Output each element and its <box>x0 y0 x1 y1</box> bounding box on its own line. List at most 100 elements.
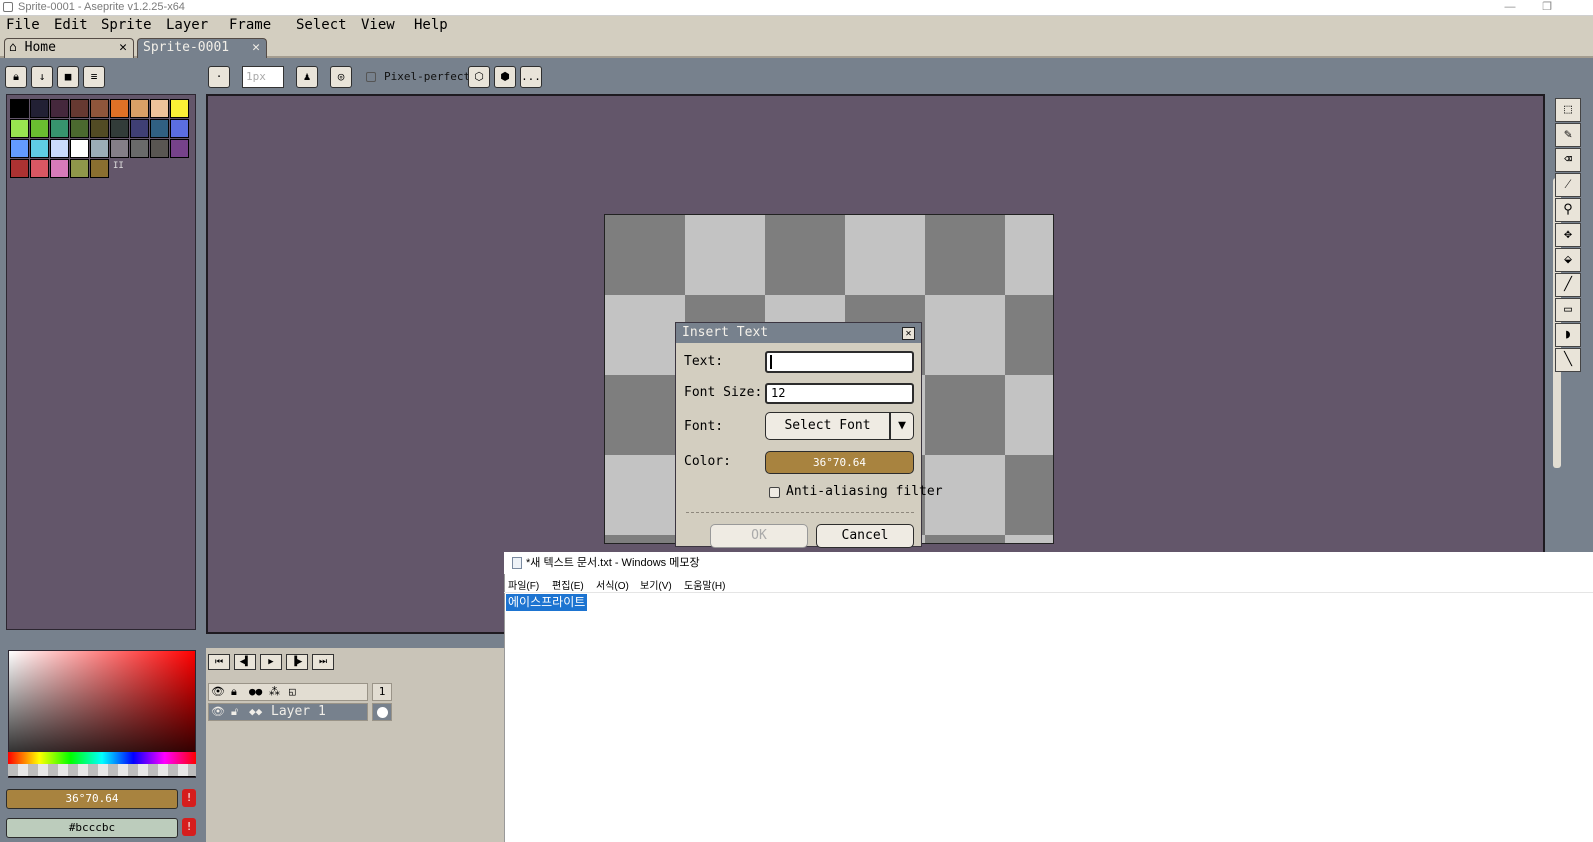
palette-swatch[interactable] <box>70 139 89 158</box>
palette-swatch[interactable] <box>10 139 29 158</box>
move-icon[interactable]: ✥ <box>1555 223 1581 247</box>
layer-continuous-icon[interactable]: ◆◆ <box>249 705 262 718</box>
notepad-selected-text[interactable]: 에이스프라이트 <box>506 594 588 611</box>
palette-swatch[interactable] <box>70 159 89 178</box>
palette-swatch[interactable] <box>130 99 149 118</box>
ok-button[interactable]: OK <box>710 524 808 548</box>
palette-swatch[interactable] <box>150 139 169 158</box>
text-input[interactable] <box>765 351 914 373</box>
palette-swatch[interactable] <box>50 159 69 178</box>
menu-frame[interactable]: Frame <box>229 17 271 33</box>
palette-swatch[interactable] <box>90 139 109 158</box>
palette-swatch[interactable] <box>50 139 69 158</box>
palette-swatch[interactable] <box>90 159 109 178</box>
palette-swatch[interactable] <box>30 159 49 178</box>
palette-swatch[interactable] <box>50 99 69 118</box>
menu-help[interactable]: Help <box>414 17 448 33</box>
zoom-icon[interactable]: ⚲ <box>1555 198 1581 222</box>
link-cels-icon[interactable]: ⁂ <box>269 685 280 698</box>
rectangular-marquee-icon[interactable]: ⬚ <box>1555 98 1581 122</box>
palette-swatch[interactable] <box>110 99 129 118</box>
background-color-button[interactable]: #bcccbc <box>6 818 178 838</box>
eye-icon[interactable]: 👁︎ <box>211 685 225 698</box>
menu-layer[interactable]: Layer <box>166 17 208 33</box>
palette-swatch[interactable] <box>110 139 129 158</box>
dialog-close-icon[interactable]: ✕ <box>902 327 915 340</box>
palette-swatch[interactable] <box>130 139 149 158</box>
palette-swatch[interactable] <box>90 119 109 138</box>
eyedropper-icon[interactable]: ⁄ <box>1555 173 1581 197</box>
padlock-icon[interactable]: 🔒︎ <box>231 685 237 699</box>
symmetry-horizontal-icon[interactable]: ⬢ <box>494 66 516 88</box>
brush-type-icon[interactable]: · <box>208 66 230 88</box>
first-frame-icon[interactable]: ⏮ <box>208 654 230 670</box>
menu-file[interactable]: File <box>6 17 40 33</box>
palette-swatch[interactable] <box>170 119 189 138</box>
frame-number[interactable]: 1 <box>372 683 392 701</box>
close-icon[interactable]: ✕ <box>252 39 260 57</box>
font-size-input[interactable]: 12 <box>765 383 914 404</box>
menu-icon[interactable]: ≡ <box>83 66 105 88</box>
bg-warning-icon[interactable]: ! <box>182 818 196 836</box>
restore-icon[interactable]: ❐ <box>1527 0 1567 16</box>
layer-row[interactable]: 👁︎ 🔓︎ ◆◆ Layer 1 <box>208 703 368 721</box>
previous-frame-icon[interactable]: ◀▌ <box>234 654 256 670</box>
select-font-button[interactable]: Select Font <box>765 412 890 440</box>
notepad-menu-view[interactable]: 보기(V) <box>640 577 672 592</box>
tab-home[interactable]: ⌂ Home ✕ <box>4 38 134 59</box>
palette-swatch[interactable] <box>110 119 129 138</box>
palette-swatch[interactable] <box>30 119 49 138</box>
line-icon[interactable]: ╱ <box>1555 273 1581 297</box>
palette-swatch[interactable] <box>10 159 29 178</box>
arrow-down-icon[interactable]: ↓ <box>31 66 53 88</box>
blur-icon[interactable]: ╲ <box>1555 348 1581 372</box>
notepad-menu-file[interactable]: 파일(F) <box>508 577 539 592</box>
cancel-button[interactable]: Cancel <box>816 524 914 548</box>
notepad-window[interactable] <box>504 552 1593 842</box>
palette-swatch[interactable] <box>30 139 49 158</box>
blob-icon[interactable]: ◗ <box>1555 323 1581 347</box>
opacity-icon[interactable]: ◎ <box>330 66 352 88</box>
last-frame-icon[interactable]: ⏭ <box>312 654 334 670</box>
layer-visible-icon[interactable]: 👁︎ <box>211 705 225 718</box>
fg-warning-icon[interactable]: ! <box>182 789 196 807</box>
foreground-color-button[interactable]: 36°70.64 <box>6 789 178 809</box>
more-options-button[interactable]: ... <box>520 66 542 88</box>
palette-swatch[interactable] <box>30 99 49 118</box>
palette-swatch[interactable] <box>50 119 69 138</box>
palette-swatch[interactable] <box>70 119 89 138</box>
paint-bucket-icon[interactable]: ⬙ <box>1555 248 1581 272</box>
rectangle-icon[interactable]: ▭ <box>1555 298 1581 322</box>
palette-swatch[interactable] <box>170 99 189 118</box>
menu-select[interactable]: Select <box>296 17 347 33</box>
cel-cell[interactable] <box>372 703 392 721</box>
pencil-icon[interactable]: ✎ <box>1555 123 1581 147</box>
layer-lock-icon[interactable]: 🔓︎ <box>231 705 238 719</box>
palette-swatch[interactable] <box>130 119 149 138</box>
next-frame-icon[interactable]: ▐▶ <box>286 654 308 670</box>
stop-icon[interactable]: ■ <box>57 66 79 88</box>
menu-edit[interactable]: Edit <box>54 17 88 33</box>
palette-swatch[interactable] <box>10 119 29 138</box>
menu-sprite[interactable]: Sprite <box>101 17 152 33</box>
play-icon[interactable]: ▶ <box>260 654 282 670</box>
hue-slider[interactable] <box>8 752 196 764</box>
notepad-menu-edit[interactable]: 편집(E) <box>552 577 584 592</box>
minimize-icon[interactable]: — <box>1490 0 1530 16</box>
ink-icon[interactable]: ♟ <box>296 66 318 88</box>
palette-swatch[interactable] <box>170 139 189 158</box>
anti-aliasing-checkbox[interactable] <box>769 487 780 498</box>
notepad-menu-help[interactable]: 도움말(H) <box>684 577 725 592</box>
palette-swatch[interactable] <box>10 99 29 118</box>
palette-swatch[interactable] <box>70 99 89 118</box>
tab-sprite[interactable]: Sprite-0001 ✕ <box>137 38 267 59</box>
close-icon[interactable]: ✕ <box>119 39 127 57</box>
brush-size-input[interactable]: 1px <box>242 66 284 88</box>
onion-skin-icon[interactable]: ●● <box>249 685 262 698</box>
pixel-perfect-checkbox[interactable] <box>366 72 376 82</box>
alpha-slider[interactable] <box>8 764 196 776</box>
lock-icon[interactable]: 🔒︎ <box>5 66 27 88</box>
palette-swatch[interactable] <box>150 119 169 138</box>
notepad-menu-format[interactable]: 서식(O) <box>596 577 629 592</box>
symmetry-vertical-icon[interactable]: ⬡ <box>468 66 490 88</box>
